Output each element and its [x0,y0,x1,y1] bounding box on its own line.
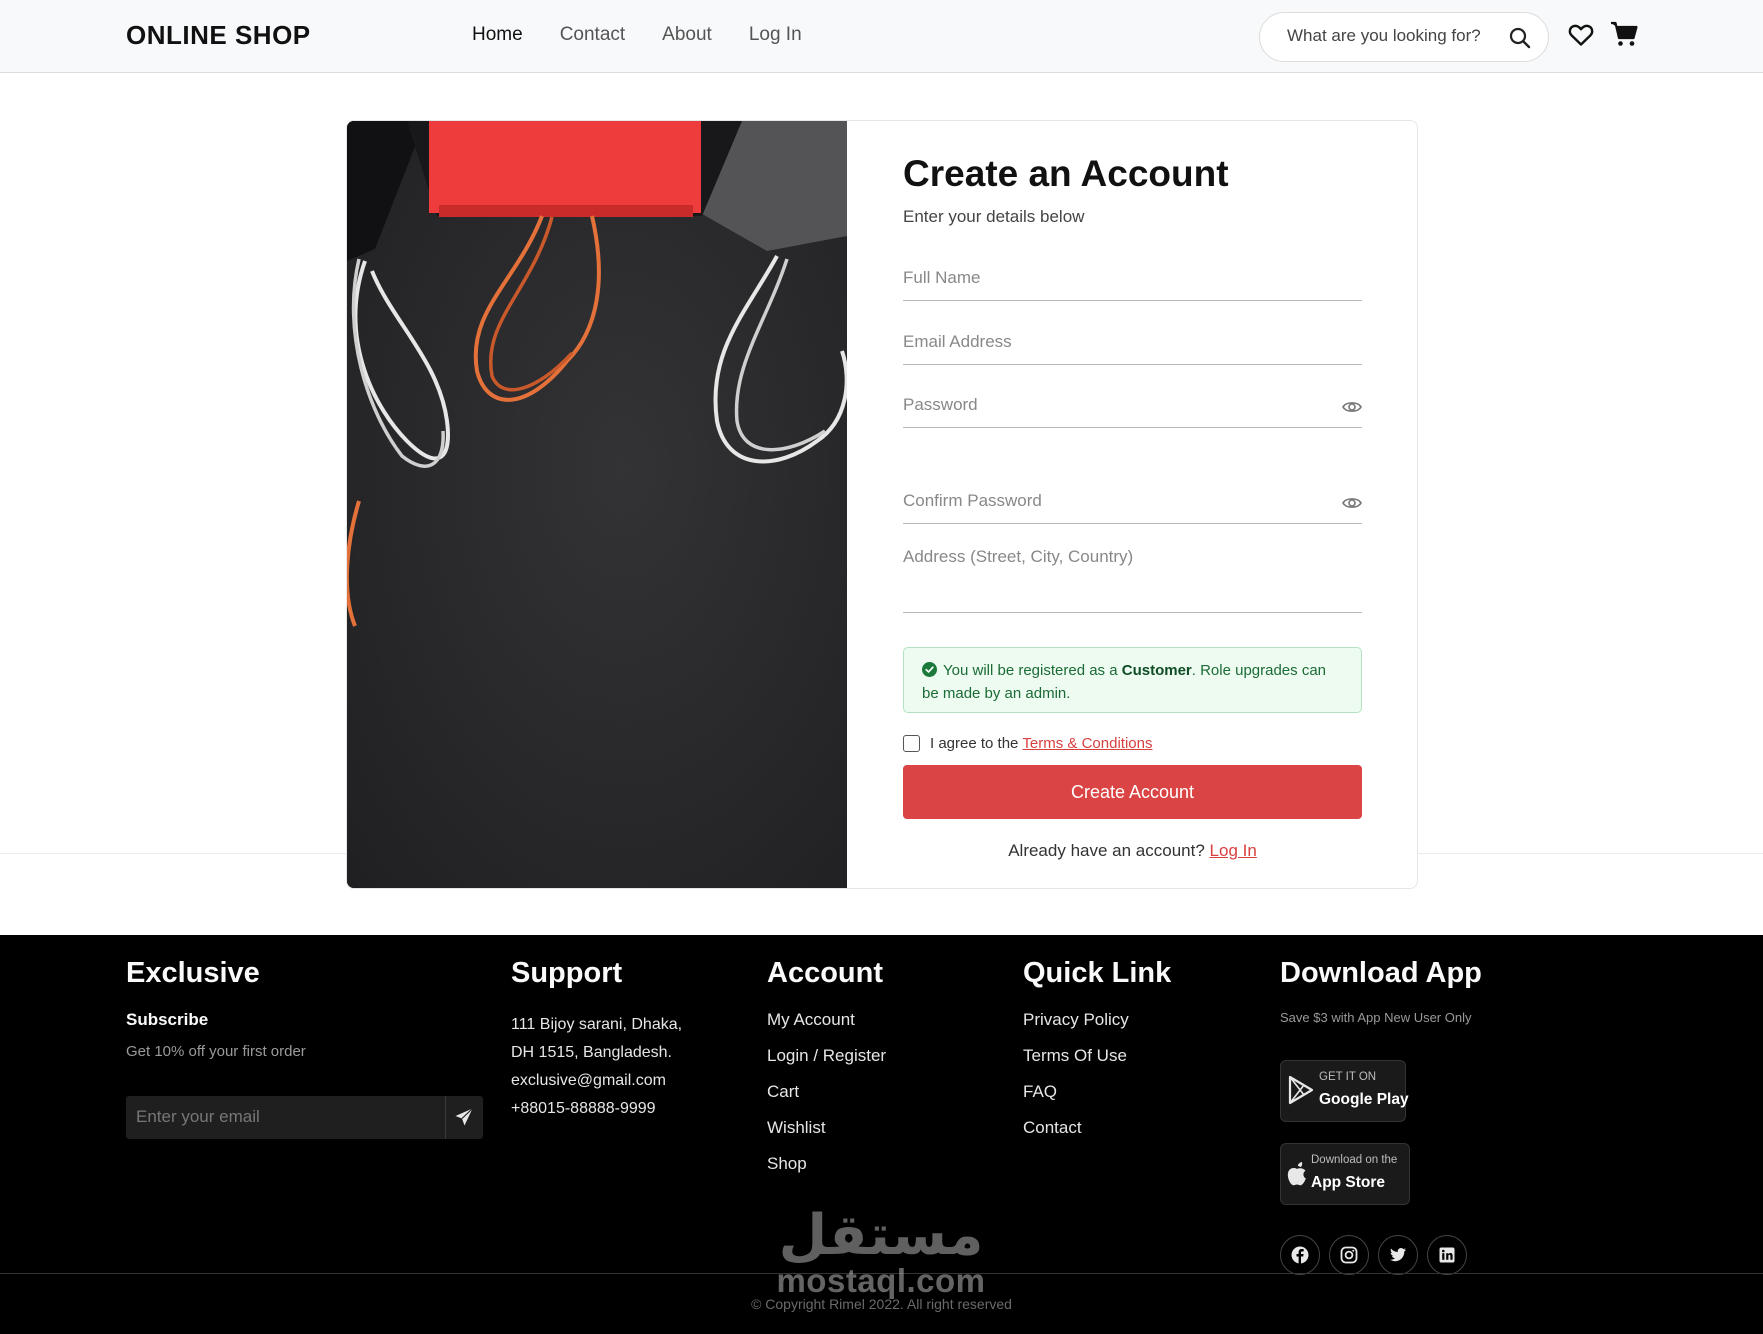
login-prompt-text: Already have an account? [1008,841,1205,860]
quick-links: Privacy Policy Terms Of Use FAQ Contact [1023,1010,1171,1138]
support-phone[interactable]: +88015-88888-9999 [511,1095,682,1123]
download-app-title: Download App [1280,957,1482,989]
search-input[interactable] [1287,26,1487,46]
google-play-big-text: Google Play [1319,1091,1409,1108]
form-subtitle: Enter your details below [903,207,1085,226]
copyright: © Copyright Rimel 2022. All right reserv… [751,1296,1012,1312]
footer-link-terms-of-use[interactable]: Terms Of Use [1023,1046,1171,1066]
address-input[interactable] [903,547,1323,567]
footer-link-wishlist[interactable]: Wishlist [767,1118,886,1138]
footer-exclusive: Exclusive Subscribe Get 10% off your fir… [126,957,486,1157]
check-circle-icon [922,662,937,677]
google-play-button[interactable]: GET IT ON Google Play [1280,1060,1409,1122]
support-address-line2: DH 1515, Bangladesh. [511,1044,672,1061]
support-address-line1: 111 Bijoy sarani, Dhaka, [511,1016,683,1033]
linkedin-icon[interactable] [1427,1235,1467,1275]
confirm-password-field [903,472,1362,524]
google-play-small-text: GET IT ON [1319,1071,1377,1083]
support-details: 111 Bijoy sarani, Dhaka, DH 1515, Bangla… [511,1011,682,1123]
exclusive-title: Exclusive [126,957,260,989]
form-title: Create an Account [903,153,1229,194]
site-footer: Exclusive Subscribe Get 10% off your fir… [0,935,1763,1334]
app-promo-text: Save $3 with App New User Only [1280,1010,1472,1025]
main-nav: Home Contact About Log In [472,24,802,46]
nav-login[interactable]: Log In [749,24,802,46]
password-field [903,376,1362,428]
footer-link-my-account[interactable]: My Account [767,1010,886,1030]
footer-account: Account My Account Login / Register Cart… [767,957,886,1190]
nav-home[interactable]: Home [472,24,523,46]
footer-quick-link: Quick Link Privacy Policy Terms Of Use F… [1023,957,1171,1154]
notice-role: Customer [1121,662,1192,679]
terms-row: I agree to the Terms & Conditions [903,735,1152,752]
login-prompt: Already have an account? Log In [903,841,1362,861]
send-icon[interactable] [454,1107,474,1127]
terms-text: I agree to the [930,735,1019,752]
footer-link-cart[interactable]: Cart [767,1082,886,1102]
subscribe-title: Subscribe [126,1010,209,1029]
login-link[interactable]: Log In [1210,841,1257,860]
full-name-input[interactable] [903,268,1323,288]
footer-link-faq[interactable]: FAQ [1023,1082,1171,1102]
footer-download-app: Download App Save $3 with App New User O… [1280,957,1580,1287]
address-field [903,535,1362,613]
password-input[interactable] [903,395,1323,415]
account-title: Account [767,957,883,989]
shopping-bags-image [347,121,847,888]
email-field [903,313,1362,365]
footer-link-contact[interactable]: Contact [1023,1118,1171,1138]
subscribe-form [126,1096,483,1139]
terms-checkbox[interactable] [903,735,920,752]
google-play-icon [1288,1075,1314,1105]
full-name-field [903,249,1362,301]
apple-icon [1287,1162,1306,1186]
twitter-icon[interactable] [1378,1235,1418,1275]
app-store-big-text: App Store [1311,1174,1386,1191]
account-links: My Account Login / Register Cart Wishlis… [767,1010,886,1174]
terms-link[interactable]: Terms & Conditions [1022,735,1152,752]
nav-contact[interactable]: Contact [560,24,625,46]
social-icons [1280,1235,1467,1275]
nav-about[interactable]: About [662,24,712,46]
site-header: ONLINE SHOP Home Contact About Log In [0,0,1763,73]
app-store-button[interactable]: Download on the App Store [1280,1143,1410,1205]
create-account-button[interactable]: Create Account [903,765,1362,819]
logo[interactable]: ONLINE SHOP [126,20,311,51]
show-password-icon[interactable] [1342,399,1362,415]
footer-support: Support 111 Bijoy sarani, Dhaka, DH 1515… [511,957,682,1123]
footer-divider [0,1273,1763,1274]
role-notice: You will be registered as a Customer. Ro… [903,647,1362,713]
input-divider [445,1096,446,1139]
subscribe-text: Get 10% off your first order [126,1043,306,1060]
signup-card: Create an Account Enter your details bel… [346,120,1418,889]
email-input[interactable] [903,332,1323,352]
footer-link-login-register[interactable]: Login / Register [767,1046,886,1066]
subscribe-email-input[interactable] [136,1107,436,1127]
confirm-password-input[interactable] [903,491,1323,511]
notice-prefix: You will be registered as a [943,662,1118,679]
instagram-icon[interactable] [1329,1235,1369,1275]
quick-link-title: Quick Link [1023,957,1172,989]
footer-link-shop[interactable]: Shop [767,1154,886,1174]
footer-link-privacy-policy[interactable]: Privacy Policy [1023,1010,1171,1030]
support-title: Support [511,957,623,989]
support-email[interactable]: exclusive@gmail.com [511,1067,682,1095]
search-bar [1259,12,1549,62]
search-icon[interactable] [1508,26,1532,50]
facebook-icon[interactable] [1280,1235,1320,1275]
app-store-small-text: Download on the [1311,1154,1398,1166]
show-confirm-password-icon[interactable] [1342,495,1362,511]
cart-icon[interactable] [1610,21,1638,47]
heart-icon[interactable] [1568,23,1594,47]
